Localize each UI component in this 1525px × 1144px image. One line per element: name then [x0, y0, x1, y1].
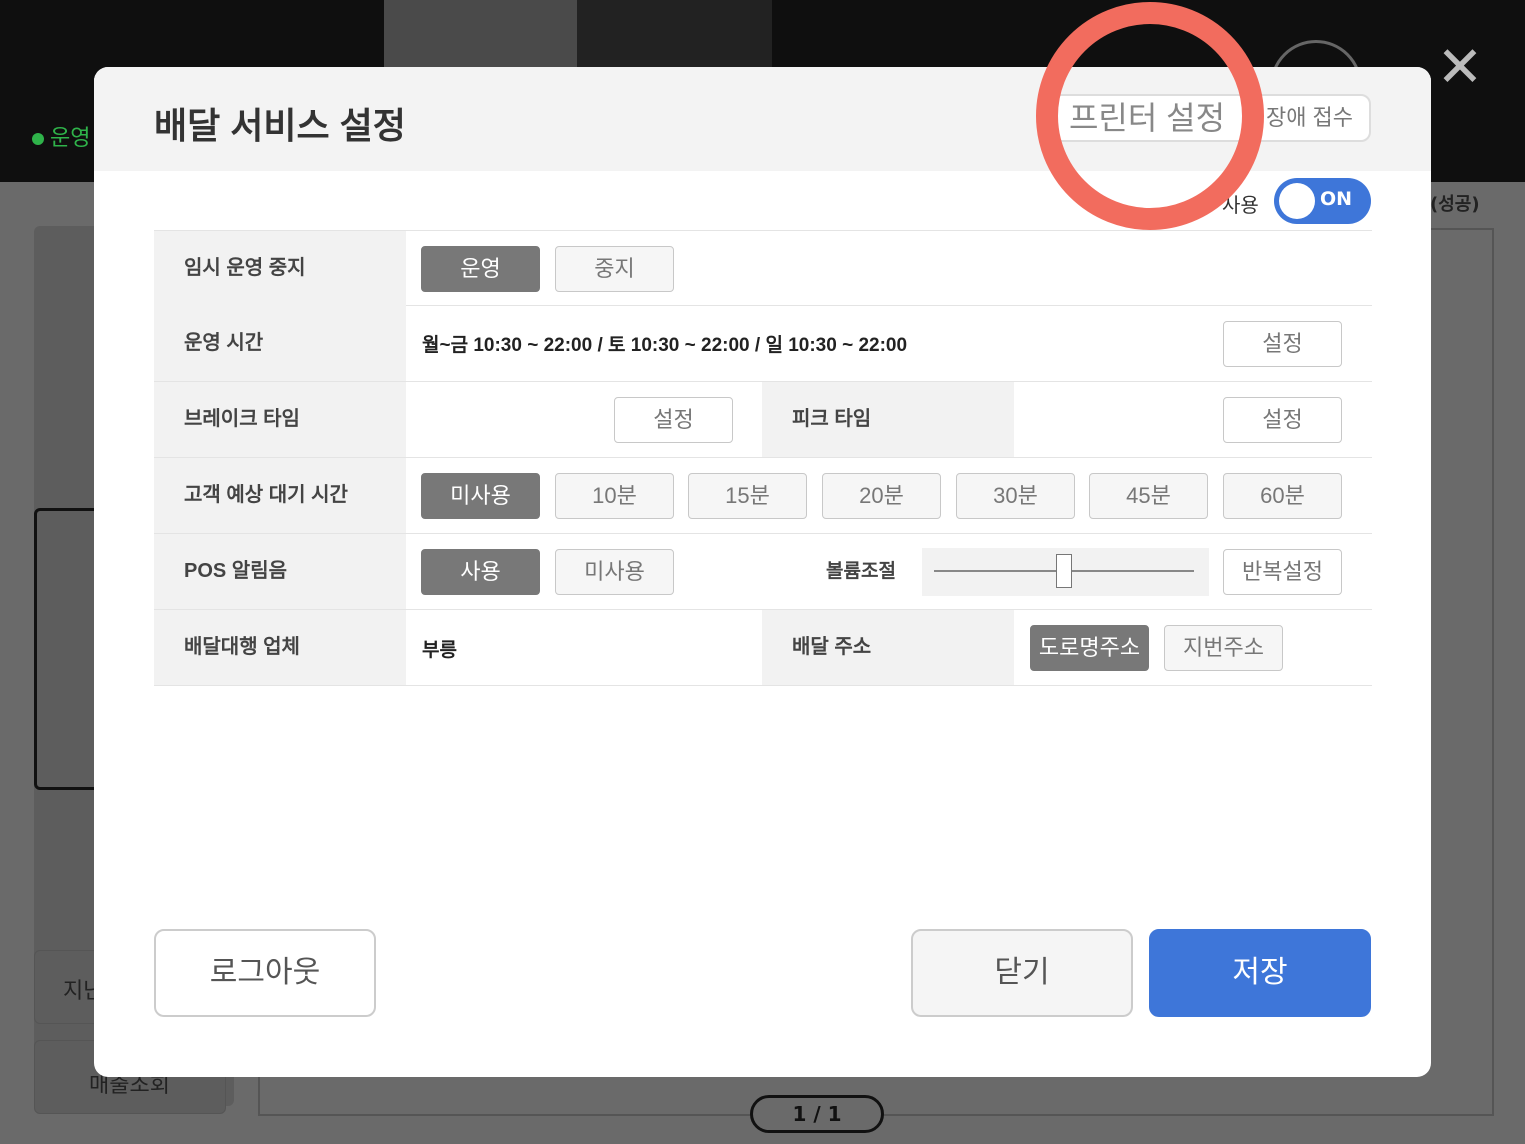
wait-option[interactable]: 20분 [822, 473, 941, 519]
hours-set-button[interactable]: 설정 [1223, 321, 1342, 367]
option-operate[interactable]: 운영 [421, 246, 540, 292]
volume-slider-thumb[interactable] [1056, 554, 1072, 588]
road-address-option[interactable]: 도로명주소 [1030, 625, 1149, 671]
delivery-address-label: 배달 주소 [762, 610, 1014, 685]
settings-table: 임시 운영 중지 운영 중지 운영 시간 월~금 10:30 ~ 22:00 /… [154, 230, 1372, 686]
toggle-state: ON [1320, 188, 1353, 210]
modal-title: 배달 서비스 설정 [154, 105, 406, 146]
pagination: 1 / 1 [750, 1095, 884, 1133]
delivery-settings-modal: 배달 서비스 설정 장애 접수 프린터 설정 사용 ON 임시 운영 중지 운영… [94, 67, 1431, 1077]
peak-time-set-button[interactable]: 설정 [1223, 397, 1342, 443]
row-label: 배달대행 업체 [154, 610, 406, 685]
status-dot-icon [32, 133, 44, 145]
option-pause[interactable]: 중지 [555, 246, 674, 292]
close-button[interactable]: 닫기 [911, 929, 1133, 1017]
close-icon[interactable]: ✕ [1432, 40, 1488, 96]
break-time-set-button[interactable]: 설정 [614, 397, 733, 443]
highlight-circle [1036, 2, 1264, 230]
wait-option[interactable]: 10분 [555, 473, 674, 519]
row-temporary-pause: 임시 운영 중지 운영 중지 [154, 230, 1372, 306]
logout-button[interactable]: 로그아웃 [154, 929, 376, 1017]
delivery-agency-value: 부릉 [422, 640, 457, 661]
pos-sound-on[interactable]: 사용 [421, 549, 540, 595]
wait-option[interactable]: 60분 [1223, 473, 1342, 519]
volume-slider[interactable] [922, 548, 1209, 596]
store-status: 운영 [32, 120, 90, 152]
lot-address-option[interactable]: 지번주소 [1164, 625, 1283, 671]
toggle-knob [1279, 183, 1315, 219]
row-label: POS 알림음 [154, 534, 406, 609]
row-delivery-agency: 배달대행 업체 부릉 배달 주소 도로명주소 지번주소 [154, 610, 1372, 686]
wait-option[interactable]: 45분 [1089, 473, 1208, 519]
row-label: 고객 예상 대기 시간 [154, 458, 406, 533]
peak-time-label: 피크 타임 [762, 382, 1014, 457]
operating-hours-value: 월~금 10:30 ~ 22:00 / 토 10:30 ~ 22:00 / 일 … [422, 335, 908, 356]
volume-label: 볼륨조절 [826, 561, 896, 582]
row-label: 임시 운영 중지 [154, 231, 406, 306]
row-label: 브레이크 타임 [154, 382, 406, 457]
service-toggle[interactable]: ON [1274, 178, 1371, 224]
repeat-settings-button[interactable]: 반복설정 [1223, 549, 1342, 595]
wait-option[interactable]: 30분 [956, 473, 1075, 519]
wait-option[interactable]: 15분 [688, 473, 807, 519]
wait-option[interactable]: 미사용 [421, 473, 540, 519]
row-break-time: 브레이크 타임 설정 피크 타임 설정 [154, 382, 1372, 458]
save-button[interactable]: 저장 [1149, 929, 1371, 1017]
row-pos-sound: POS 알림음 사용 미사용 볼륨조절 반복설정 [154, 534, 1372, 610]
row-label: 운영 시간 [154, 306, 406, 381]
row-wait-time: 고객 예상 대기 시간 미사용 10분 15분 20분 30분 45분 60분 [154, 458, 1372, 534]
pos-sound-off[interactable]: 미사용 [555, 549, 674, 595]
success-status: (성공) [1430, 194, 1480, 215]
row-operating-hours: 운영 시간 월~금 10:30 ~ 22:00 / 토 10:30 ~ 22:0… [154, 306, 1372, 382]
